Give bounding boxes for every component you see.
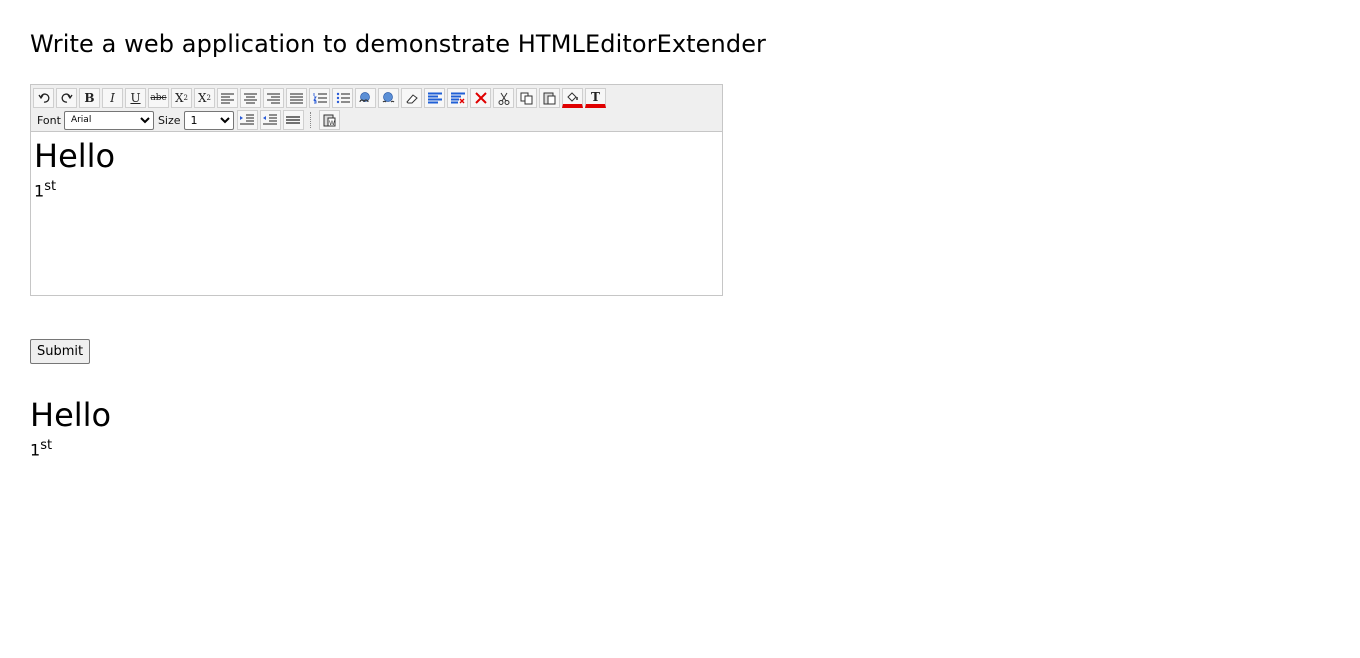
paste-icon[interactable] bbox=[539, 88, 560, 108]
justify-icon[interactable] bbox=[286, 88, 307, 108]
fore-color-icon[interactable]: T bbox=[585, 88, 606, 108]
editor-ordinal-text: 1st bbox=[34, 176, 719, 202]
unselect-icon[interactable] bbox=[447, 88, 468, 108]
toolbar-row-1: B I U abc X2 X2 T bbox=[33, 87, 608, 109]
submit-button[interactable]: Submit bbox=[30, 339, 91, 364]
page-title: Write a web application to demonstrate H… bbox=[30, 30, 767, 58]
editor-toolbar: B I U abc X2 X2 T Font Arial Size 1 W bbox=[31, 85, 722, 132]
svg-text:W: W bbox=[329, 120, 335, 127]
size-label: Size bbox=[157, 113, 181, 127]
bold-icon[interactable]: B bbox=[79, 88, 100, 108]
align-right-icon[interactable] bbox=[263, 88, 284, 108]
select-all-icon[interactable] bbox=[424, 88, 445, 108]
html-editor[interactable]: B I U abc X2 X2 T Font Arial Size 1 W He… bbox=[30, 84, 723, 296]
font-label: Font bbox=[37, 113, 61, 127]
output-ordinal-sup: st bbox=[40, 438, 53, 453]
size-select[interactable]: 1 bbox=[183, 110, 234, 130]
superscript-icon[interactable]: X2 bbox=[194, 88, 215, 108]
ordered-list-icon[interactable] bbox=[309, 88, 330, 108]
italic-icon[interactable]: I bbox=[102, 88, 123, 108]
toolbar-separator bbox=[309, 112, 315, 128]
horizontal-rule-icon[interactable] bbox=[282, 110, 304, 130]
output-ordinal-base: 1 bbox=[30, 440, 41, 460]
redo-icon[interactable] bbox=[56, 88, 77, 108]
underline-icon[interactable]: U bbox=[125, 88, 146, 108]
output-ordinal-text: 1st bbox=[30, 435, 111, 461]
copy-icon[interactable] bbox=[516, 88, 537, 108]
output-heading-text: Hello bbox=[30, 396, 112, 434]
background-color-icon[interactable] bbox=[562, 88, 583, 108]
strikethrough-icon[interactable]: abc bbox=[148, 88, 169, 108]
toolbar-row-2: Font Arial Size 1 W bbox=[33, 109, 342, 131]
undo-icon[interactable] bbox=[33, 88, 54, 108]
paste-word-icon[interactable]: W bbox=[318, 110, 340, 130]
editor-ordinal-base: 1 bbox=[34, 181, 45, 201]
subscript-icon[interactable]: X2 bbox=[171, 88, 192, 108]
bulleted-list-icon[interactable] bbox=[332, 88, 353, 108]
unlink-icon[interactable] bbox=[378, 88, 399, 108]
indent-icon[interactable] bbox=[236, 110, 258, 130]
output-panel: Hello 1st bbox=[30, 395, 111, 461]
editor-ordinal-sup: st bbox=[44, 179, 57, 194]
align-center-icon[interactable] bbox=[240, 88, 261, 108]
outdent-icon[interactable] bbox=[259, 110, 281, 130]
editor-heading-text: Hello bbox=[34, 137, 116, 175]
editor-content-area[interactable]: Hello 1st bbox=[31, 132, 722, 206]
cut-icon[interactable] bbox=[493, 88, 514, 108]
font-select[interactable]: Arial bbox=[63, 110, 154, 130]
delete-icon[interactable] bbox=[470, 88, 491, 108]
create-link-icon[interactable] bbox=[355, 88, 376, 108]
eraser-icon[interactable] bbox=[401, 88, 422, 108]
align-left-icon[interactable] bbox=[217, 88, 238, 108]
